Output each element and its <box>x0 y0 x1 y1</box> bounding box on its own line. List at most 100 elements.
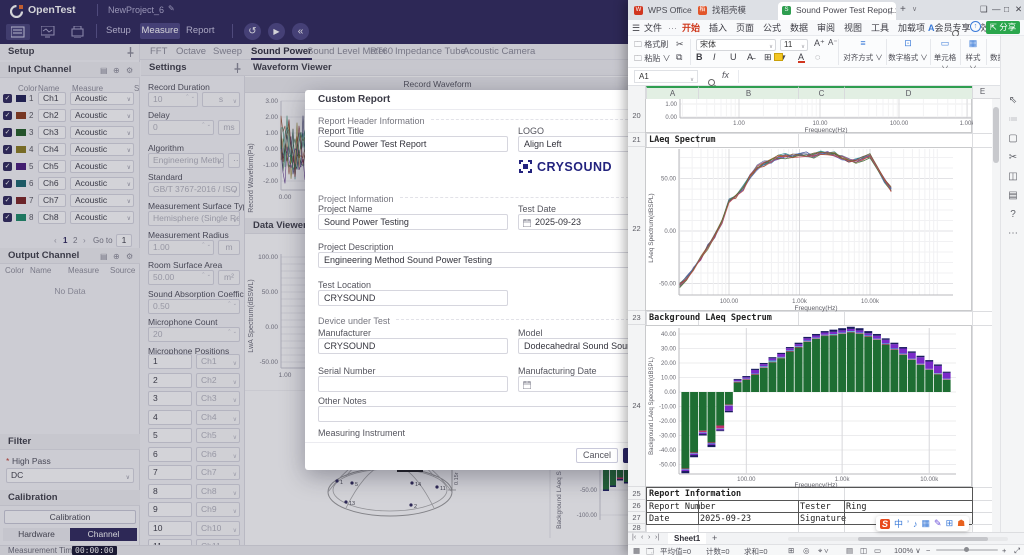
font-decrease-button[interactable]: A⁻ <box>828 38 838 47</box>
test-location-input[interactable]: CRYSOUND <box>318 290 508 306</box>
menu-2[interactable]: 插入 <box>709 20 727 36</box>
zoom-level[interactable]: 100% ∨ <box>894 546 921 555</box>
cancel-button[interactable]: Cancel <box>576 448 618 463</box>
sogou-logo[interactable]: S <box>880 519 890 529</box>
table-tools-icon[interactable]: ⊞ <box>788 546 794 555</box>
font-name-select[interactable]: 宋体∨ <box>696 39 776 51</box>
menu-6[interactable]: 审阅 <box>817 20 835 36</box>
shape-icon[interactable]: ▢ <box>1006 132 1020 146</box>
share-button[interactable]: ⇱ 分享 <box>986 21 1020 34</box>
strikethrough-button[interactable]: A̶ <box>747 52 753 62</box>
menu-8[interactable]: 工具 <box>871 20 889 36</box>
ime-pen-icon[interactable]: ✎ <box>934 518 942 529</box>
row-header-20[interactable]: 20 <box>628 99 646 133</box>
view-break-icon[interactable]: ▭ <box>874 546 881 555</box>
ribbon-number-format-button[interactable]: ⊡数字格式 ∨ <box>887 38 929 66</box>
cut-icon[interactable]: ✂ <box>676 39 684 50</box>
menu-9[interactable]: 加载项 <box>898 20 925 36</box>
menu-3[interactable]: 页面 <box>736 20 754 36</box>
close-tab-icon[interactable]: ✕ <box>887 5 893 20</box>
select-tool-icon[interactable]: ⇖ <box>1006 94 1020 108</box>
tab-list-icon[interactable]: ∨ <box>912 5 917 13</box>
horizontal-scrollbar-thumb[interactable] <box>858 537 988 541</box>
menu-file[interactable]: 文件 <box>644 20 662 36</box>
eye-icon[interactable]: ◎ <box>803 546 810 555</box>
project-description-input[interactable]: Engineering Method Sound Power Testing <box>318 252 630 268</box>
ime-punct-icon[interactable]: ’ <box>907 519 909 529</box>
menu-7[interactable]: 视图 <box>844 20 862 36</box>
serial-number-input[interactable] <box>318 376 508 392</box>
menu-expand-icon[interactable]: › <box>938 20 941 36</box>
copy-icon[interactable]: ⧉ <box>676 52 682 63</box>
column-header-B[interactable]: B <box>698 86 798 99</box>
underline-button[interactable]: U <box>730 52 737 62</box>
upgrade-icon[interactable]: ↑ <box>970 21 981 32</box>
select-all-corner[interactable] <box>628 86 646 99</box>
workbook-icon[interactable]: ▤ <box>1006 189 1020 203</box>
window-float-icon[interactable]: ❏ <box>980 4 988 14</box>
italic-button[interactable]: I <box>713 52 716 62</box>
sheet-nav-prev[interactable]: ‹ <box>641 534 643 541</box>
ai-icon[interactable]: A <box>928 21 935 35</box>
format-painter-button[interactable]: 🗀 格式刷 <box>634 39 668 53</box>
menu-hamburger-icon[interactable]: ☰ <box>632 20 640 36</box>
menu-4[interactable]: 公式 <box>763 20 781 36</box>
row-header-23[interactable]: 23 <box>628 311 646 325</box>
sheet-nav-next[interactable]: › <box>648 534 650 541</box>
view-page-icon[interactable]: ◫ <box>860 546 867 555</box>
wps-tab-1[interactable]: WPS OfficeW <box>630 2 692 20</box>
properties-icon[interactable]: ≔ <box>1006 113 1020 127</box>
column-header-A[interactable]: A <box>646 86 698 99</box>
more-tools-icon[interactable]: ⋯ <box>1006 227 1020 241</box>
help-icon[interactable]: ? <box>1006 208 1020 222</box>
zoom-in-button[interactable]: + <box>1002 546 1006 555</box>
row-header-26[interactable]: 26 <box>628 500 646 512</box>
menu-5[interactable]: 数据 <box>790 20 808 36</box>
ime-keyboard-icon[interactable]: ▦ <box>922 518 931 529</box>
wps-tab-3[interactable]: Sound Power Test Report.xS✕ <box>778 2 896 20</box>
test-date-input[interactable]: 2025-09-23 <box>518 214 630 230</box>
add-sheet-button[interactable]: + <box>712 533 717 543</box>
ime-skin-icon[interactable]: ☗ <box>957 518 965 529</box>
cut-tool-icon[interactable]: ✂ <box>1006 151 1020 165</box>
close-icon[interactable]: ✕ <box>1015 4 1022 14</box>
clear-format-button[interactable]: ◌ <box>815 52 820 62</box>
report-title-input[interactable]: Sound Power Test Report <box>318 136 508 152</box>
vertical-scrollbar[interactable] <box>992 99 1000 532</box>
row-header-28[interactable]: 28 <box>628 524 646 532</box>
row-header-21[interactable]: 21 <box>628 133 646 147</box>
fill-color-button[interactable]: ▾ <box>781 52 786 63</box>
row-header-22[interactable]: 22 <box>628 147 646 311</box>
row-header-25[interactable]: 25 <box>628 487 646 500</box>
font-increase-button[interactable]: A⁺ <box>814 38 825 49</box>
zoom-slider-handle[interactable] <box>964 547 969 552</box>
minimize-icon[interactable]: — <box>992 4 1001 14</box>
maximize-icon[interactable]: □ <box>1004 4 1009 14</box>
name-box[interactable]: A1∨ <box>634 70 698 83</box>
model-input[interactable]: Dodecahedral Sound Source <box>518 338 630 354</box>
new-tab-button[interactable]: + <box>900 4 906 15</box>
fullscreen-icon[interactable]: ⤢ <box>1014 546 1020 555</box>
vertical-scrollbar-thumb[interactable] <box>993 107 999 163</box>
manufacturer-input[interactable]: CRYSOUND <box>318 338 508 354</box>
ime-toolbox-icon[interactable]: ⊞ <box>946 518 954 529</box>
ime-cn-icon[interactable]: 中 <box>894 517 903 530</box>
logo-align-select[interactable]: Align Left∨ <box>518 136 630 152</box>
paste-button[interactable]: 🗀 粘贴 ∨ <box>634 53 670 67</box>
ribbon-styles-button[interactable]: ▦样式 ∨ <box>961 38 985 66</box>
wps-tab-2[interactable]: 找稻壳模板稻 <box>694 2 746 20</box>
sheet-nav-last[interactable]: ›| <box>655 534 659 541</box>
formula-input[interactable] <box>738 70 1004 83</box>
column-header-E[interactable]: E <box>972 86 992 99</box>
view-normal-icon[interactable]: ▤ <box>846 546 853 555</box>
menu-more-icon[interactable]: ⋯ <box>668 20 677 36</box>
ribbon-align-button[interactable]: ≡对齐方式 ∨ <box>841 38 885 66</box>
ribbon-cells-button[interactable]: ▭单元格 ∨ <box>931 38 959 66</box>
menu-1[interactable]: 开始 <box>682 20 700 36</box>
borders-button[interactable]: ⊞ <box>764 52 772 63</box>
wps-sheet-grid[interactable]: 202122232425262728LAeq SpectrumBackgroun… <box>628 99 1002 532</box>
ime-voice-icon[interactable]: ♪ <box>913 519 918 529</box>
zoom-out-button[interactable]: − <box>926 546 930 555</box>
manufacturing-date-input[interactable] <box>518 376 630 392</box>
sheet-nav-first[interactable]: |‹ <box>632 534 636 541</box>
